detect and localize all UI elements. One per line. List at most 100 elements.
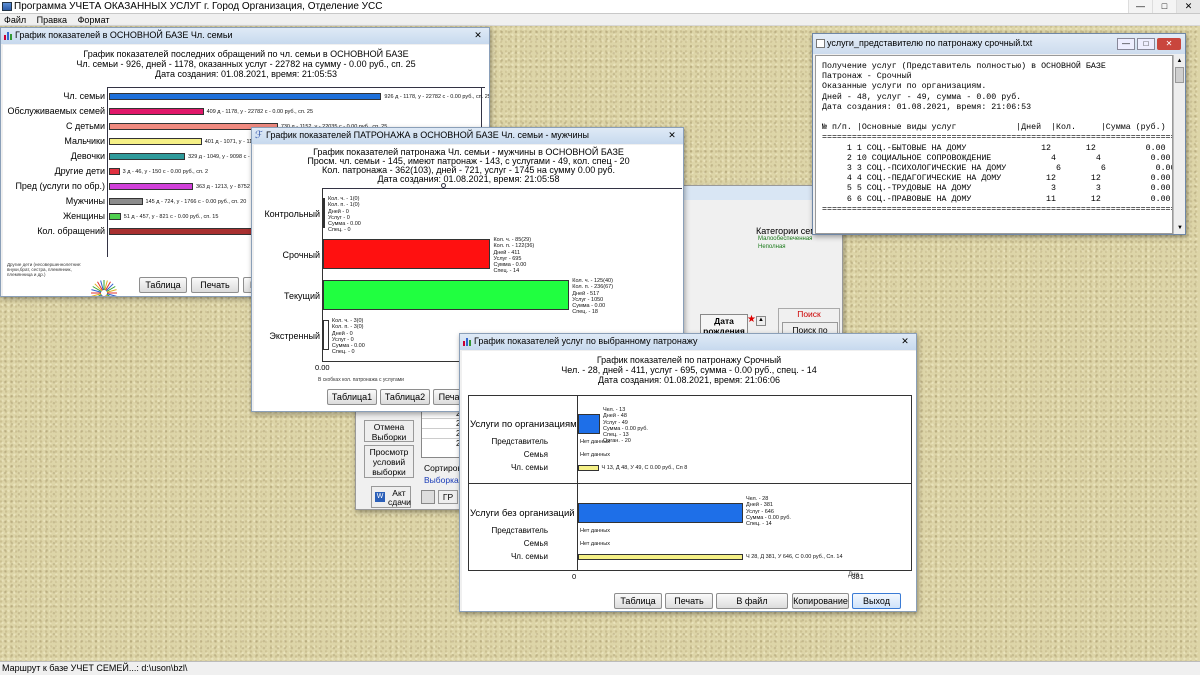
- category-label: Обслуживаемых семей: [7, 106, 105, 116]
- cancel-selection-button[interactable]: Отмена Выборки: [364, 420, 414, 442]
- sun-ray: [102, 295, 104, 296]
- category-label: Девочки: [70, 151, 105, 161]
- table-button[interactable]: Таблица: [614, 593, 662, 609]
- exit-button[interactable]: Выход: [852, 593, 901, 609]
- row-label: Чл. семьи: [510, 552, 548, 561]
- act-button[interactable]: W Акт сдачи: [371, 486, 411, 508]
- search-label: Поиск: [797, 309, 821, 319]
- tick-label: 0: [572, 572, 577, 581]
- data-label: 926 д - 1178, у - 22782 с - 0.00 руб., с…: [384, 94, 490, 100]
- chart-date: Дата создания: 01.08.2021, время: 21:06:…: [598, 375, 780, 385]
- tick-label: 0.00: [315, 363, 330, 372]
- vertical-scrollbar[interactable]: ▲ ▼: [1173, 55, 1185, 234]
- family-chart-titlebar: График показателей в ОСНОВНОЙ БАЗЕ Чл. с…: [1, 28, 489, 44]
- chart-frame: [322, 188, 682, 189]
- category-label: Чл. семьи: [63, 91, 105, 101]
- bar: [109, 213, 121, 220]
- bar: [578, 414, 600, 434]
- print-button[interactable]: Печать: [191, 277, 239, 293]
- close-icon[interactable]: ✕: [898, 336, 912, 348]
- table-button[interactable]: Таблица: [139, 277, 187, 293]
- data-label: 363 д - 1213, у - 8752 с: [195, 184, 255, 190]
- minimize-icon[interactable]: —: [1117, 38, 1135, 50]
- calculator-icon[interactable]: [421, 490, 435, 504]
- menu-edit[interactable]: Правка: [33, 14, 71, 26]
- menu-file[interactable]: Файл: [0, 14, 30, 26]
- category-label: С детьми: [66, 121, 105, 131]
- bar: [578, 503, 743, 523]
- group-label: Услуги без организаций: [470, 508, 575, 519]
- data-label: Чел. - 28 Дней - 381 Услуг - 646 Сумма -…: [746, 496, 791, 528]
- app-title: Программа УЧЕТА ОКАЗАННЫХ УСЛУГ г. Город…: [14, 1, 383, 12]
- axis-note: В скобках кол. патронажа с услугами: [318, 377, 404, 383]
- category-label: Мальчики: [64, 136, 105, 146]
- menu-format[interactable]: Формат: [74, 14, 114, 26]
- category-label: Пред (услуги по обр.): [15, 181, 105, 191]
- data-label: 51 д - 457, у - 821 с - 0.00 руб., сп. 1…: [123, 214, 219, 220]
- status-bar: Маршрут к базе УЧЕТ СЕМЕЙ...: d:\uson\bz…: [0, 661, 1200, 675]
- save-bmp-button[interactable]: В файл DRAW.BMP: [716, 593, 788, 611]
- data-label: Кол. ч. - 1(0) Кол. п. - 1(0) Дней - 0 У…: [327, 196, 361, 234]
- bar: [109, 108, 204, 115]
- data-label: 3 д - 46, у - 150 с - 0.00 руб., сп. 2: [122, 169, 209, 175]
- maximize-icon[interactable]: □: [1152, 0, 1176, 13]
- chart-title: График показателей по патронажу Срочный: [596, 355, 782, 365]
- category-label: Контрольный: [264, 209, 320, 219]
- minimize-icon[interactable]: —: [1128, 0, 1152, 13]
- close-icon[interactable]: ✕: [1176, 0, 1200, 13]
- category-label: Женщины: [62, 211, 105, 221]
- patronage-chart-title: График показателей ПАТРОНАЖА в ОСНОВНОЙ …: [266, 130, 589, 140]
- chart-icon: [4, 32, 12, 40]
- family-chart-title: График показателей в ОСНОВНОЙ БАЗЕ Чл. с…: [15, 30, 233, 40]
- chart-line-2: Чел. - 28, дней - 411, услуг - 695, сумм…: [561, 365, 817, 375]
- report-text-title: услуги_представителю по патронажу срочны…: [827, 38, 1033, 48]
- category-incomplete: Неполная: [758, 244, 786, 250]
- group-label: Услуги по организациям: [470, 419, 577, 430]
- chart-date: Дата создания: 01.08.2021, время: 21:05:…: [377, 174, 560, 184]
- print-button[interactable]: Печать: [665, 593, 713, 609]
- axis-marker: [441, 183, 446, 188]
- category-label: Другие дети: [54, 166, 105, 176]
- gr-button[interactable]: ГР: [438, 490, 458, 504]
- category-label: Экстренный: [269, 331, 320, 341]
- bar: [323, 239, 491, 269]
- chart-frame: [107, 87, 485, 88]
- bar: [109, 153, 186, 160]
- patronage-chart-titlebar: ℱ График показателей ПАТРОНАЖА в ОСНОВНО…: [252, 128, 683, 144]
- chart-frame: [468, 395, 912, 396]
- data-label: Кол. ч. - 85(29) Кол. п. - 122(36) Дней …: [493, 237, 535, 275]
- close-icon[interactable]: ✕: [1157, 38, 1181, 50]
- category-label: Срочный: [282, 250, 320, 260]
- close-icon[interactable]: ✕: [471, 30, 485, 42]
- table2-button[interactable]: Таблица2: [380, 389, 430, 405]
- category-label: Мужчины: [65, 196, 105, 206]
- scroll-up-icon[interactable]: ▲: [1174, 55, 1185, 67]
- data-label: Ч 13, Д 48, У 49, С 0.00 руб., Сп 8: [601, 465, 688, 471]
- scroll-thumb[interactable]: [1175, 67, 1184, 83]
- row-label: Семья: [523, 450, 548, 459]
- category-label: Кол. обращений: [37, 226, 105, 236]
- bar: [323, 198, 325, 228]
- chart-title: График показателей последних обращений п…: [83, 49, 409, 59]
- sun-ray: [104, 295, 106, 296]
- copy-button[interactable]: Копирование: [792, 593, 849, 609]
- bar: [578, 554, 743, 560]
- scroll-down-icon[interactable]: ▼: [1174, 222, 1185, 234]
- row-label: Представитель: [491, 526, 548, 535]
- category-low-income: Малообеспеченная: [758, 236, 813, 242]
- scroll-up-icon[interactable]: ▲: [756, 316, 766, 326]
- app-title-bar: Программа УЧЕТА ОКАЗАННЫХ УСЛУГ г. Город…: [0, 0, 1200, 14]
- table1-button[interactable]: Таблица1: [327, 389, 377, 405]
- view-selection-conditions-button[interactable]: Просмотр условий выборки: [364, 445, 414, 478]
- row-label: Семья: [523, 539, 548, 548]
- report-text-body[interactable]: Получение услуг (Представитель полностью…: [815, 55, 1173, 234]
- bar: [109, 168, 120, 175]
- close-icon[interactable]: ✕: [665, 130, 679, 142]
- data-label: 409 д - 1178, у - 22782 с - 0.00 руб., с…: [206, 109, 314, 115]
- data-label: Нет данных: [580, 528, 610, 534]
- services-chart-area: График показателей по патронажу Срочный …: [462, 351, 916, 611]
- maximize-icon[interactable]: □: [1137, 38, 1155, 50]
- bar: [109, 198, 143, 205]
- chart-frame: [468, 570, 912, 571]
- bar: [109, 93, 382, 100]
